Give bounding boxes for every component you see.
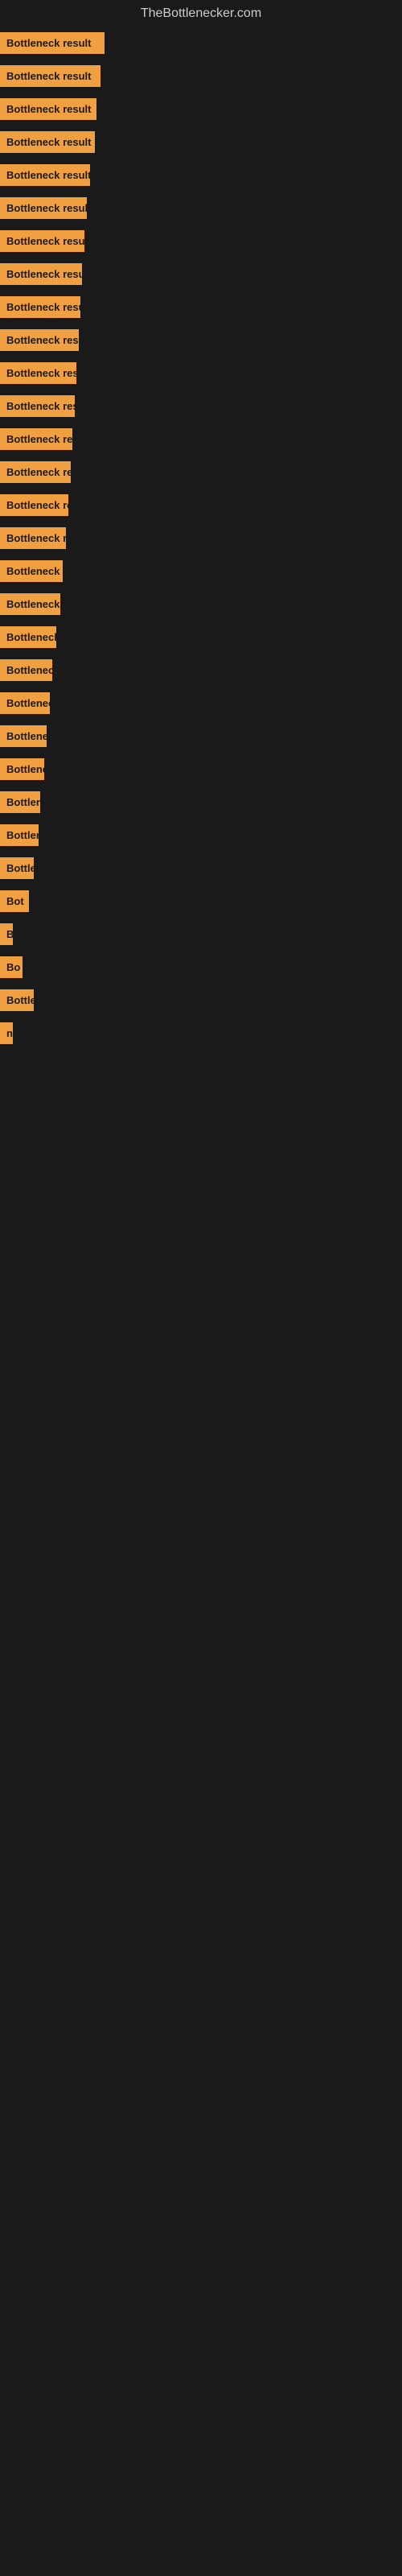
bottleneck-label-1: Bottleneck result — [0, 65, 100, 87]
bottleneck-label-4: Bottleneck result — [0, 164, 90, 186]
bottleneck-label-14: Bottleneck result — [0, 494, 68, 516]
bar-row-6: Bottleneck result — [0, 225, 402, 258]
bar-row-14: Bottleneck result — [0, 489, 402, 522]
bottleneck-label-25: Bottle — [0, 857, 34, 879]
bottleneck-label-13: Bottleneck result — [0, 461, 71, 483]
bottleneck-bar-7: Bottleneck result — [0, 263, 402, 285]
bottleneck-bar-16: Bottleneck res — [0, 560, 402, 582]
bottleneck-bar-18: Bottleneck re — [0, 626, 402, 648]
bottleneck-label-26: Bot — [0, 890, 29, 912]
bar-row-19: Bottleneck — [0, 654, 402, 687]
bottleneck-bar-13: Bottleneck result — [0, 461, 402, 483]
bottleneck-bar-5: Bottleneck result — [0, 197, 402, 219]
bottleneck-bar-3: Bottleneck result — [0, 131, 402, 153]
bottleneck-label-19: Bottleneck — [0, 659, 52, 681]
bottleneck-bar-14: Bottleneck result — [0, 494, 402, 516]
bottleneck-bar-2: Bottleneck result — [0, 98, 402, 120]
bottleneck-bar-12: Bottleneck result — [0, 428, 402, 450]
bottleneck-bar-25: Bottle — [0, 857, 402, 879]
bar-row-23: Bottlenec — [0, 786, 402, 819]
bar-row-11: Bottleneck result — [0, 390, 402, 423]
bar-row-24: Bottleneck r — [0, 819, 402, 852]
bottleneck-bar-4: Bottleneck result — [0, 164, 402, 186]
bottleneck-label-10: Bottleneck result — [0, 362, 76, 384]
bottleneck-bar-9: Bottleneck result — [0, 329, 402, 351]
bottleneck-label-15: Bottleneck result — [0, 527, 66, 549]
bottleneck-bar-1: Bottleneck result — [0, 65, 402, 87]
bottleneck-label-28: Bo — [0, 956, 23, 978]
bottleneck-label-29: Bottle — [0, 989, 34, 1011]
bar-row-20: Bottleneck re — [0, 687, 402, 720]
bottleneck-bar-21: Bottleneck r — [0, 725, 402, 747]
bar-row-7: Bottleneck result — [0, 258, 402, 291]
bar-row-5: Bottleneck result — [0, 192, 402, 225]
bottleneck-bar-23: Bottlenec — [0, 791, 402, 813]
bottleneck-bar-15: Bottleneck result — [0, 527, 402, 549]
bar-row-15: Bottleneck result — [0, 522, 402, 555]
bottleneck-label-17: Bottleneck result — [0, 593, 60, 615]
bottleneck-bar-26: Bot — [0, 890, 402, 912]
bottleneck-label-22: Bottleneck resu — [0, 758, 44, 780]
bar-row-29: Bottle — [0, 985, 402, 1018]
bar-row-1: Bottleneck result — [0, 60, 402, 93]
bottleneck-label-5: Bottleneck result — [0, 197, 87, 219]
bottleneck-label-30: n — [0, 1022, 13, 1044]
bottleneck-bar-20: Bottleneck re — [0, 692, 402, 714]
bottleneck-bar-27: B — [0, 923, 402, 945]
bottleneck-label-18: Bottleneck re — [0, 626, 56, 648]
bar-container: Bottleneck result Bottleneck result Bottle… — [0, 27, 402, 1051]
bottleneck-bar-24: Bottleneck r — [0, 824, 402, 846]
bar-row-26: Bot — [0, 886, 402, 919]
bar-row-4: Bottleneck result — [0, 159, 402, 192]
bar-row-25: Bottle — [0, 852, 402, 886]
bottleneck-label-27: B — [0, 923, 13, 945]
bar-row-16: Bottleneck res — [0, 555, 402, 588]
bar-row-30: n — [0, 1018, 402, 1051]
bottleneck-bar-19: Bottleneck — [0, 659, 402, 681]
bottleneck-label-9: Bottleneck result — [0, 329, 79, 351]
bottleneck-bar-30: n — [0, 1022, 402, 1044]
bar-row-3: Bottleneck result — [0, 126, 402, 159]
bar-row-8: Bottleneck result — [0, 291, 402, 324]
bottleneck-label-24: Bottleneck r — [0, 824, 39, 846]
bottleneck-bar-8: Bottleneck result — [0, 296, 402, 318]
bar-row-10: Bottleneck result — [0, 357, 402, 390]
bar-row-9: Bottleneck result — [0, 324, 402, 357]
bottleneck-label-16: Bottleneck res — [0, 560, 63, 582]
bar-row-27: B — [0, 919, 402, 952]
bottleneck-bar-29: Bottle — [0, 989, 402, 1011]
bottleneck-label-3: Bottleneck result — [0, 131, 95, 153]
bar-row-17: Bottleneck result — [0, 588, 402, 621]
bottleneck-bar-28: Bo — [0, 956, 402, 978]
bottleneck-label-7: Bottleneck result — [0, 263, 82, 285]
bar-row-13: Bottleneck result — [0, 456, 402, 489]
bottleneck-bar-22: Bottleneck resu — [0, 758, 402, 780]
bar-row-22: Bottleneck resu — [0, 753, 402, 786]
bar-row-28: Bo — [0, 952, 402, 985]
bottleneck-label-8: Bottleneck result — [0, 296, 80, 318]
bar-row-0: Bottleneck result — [0, 27, 402, 60]
bottleneck-label-21: Bottleneck r — [0, 725, 47, 747]
bottleneck-label-6: Bottleneck result — [0, 230, 84, 252]
bottleneck-label-0: Bottleneck result — [0, 32, 105, 54]
bottleneck-label-23: Bottlenec — [0, 791, 40, 813]
bottleneck-label-12: Bottleneck result — [0, 428, 72, 450]
bar-row-2: Bottleneck result — [0, 93, 402, 126]
bottleneck-bar-10: Bottleneck result — [0, 362, 402, 384]
bottleneck-bar-11: Bottleneck result — [0, 395, 402, 417]
site-title: TheBottlenecker.com — [0, 0, 402, 27]
bottleneck-label-20: Bottleneck re — [0, 692, 50, 714]
bottleneck-label-2: Bottleneck result — [0, 98, 96, 120]
bottleneck-label-11: Bottleneck result — [0, 395, 75, 417]
bottleneck-bar-6: Bottleneck result — [0, 230, 402, 252]
bar-row-21: Bottleneck r — [0, 720, 402, 753]
bar-row-18: Bottleneck re — [0, 621, 402, 654]
bar-row-12: Bottleneck result — [0, 423, 402, 456]
bottleneck-bar-17: Bottleneck result — [0, 593, 402, 615]
bottleneck-bar-0: Bottleneck result — [0, 32, 402, 54]
